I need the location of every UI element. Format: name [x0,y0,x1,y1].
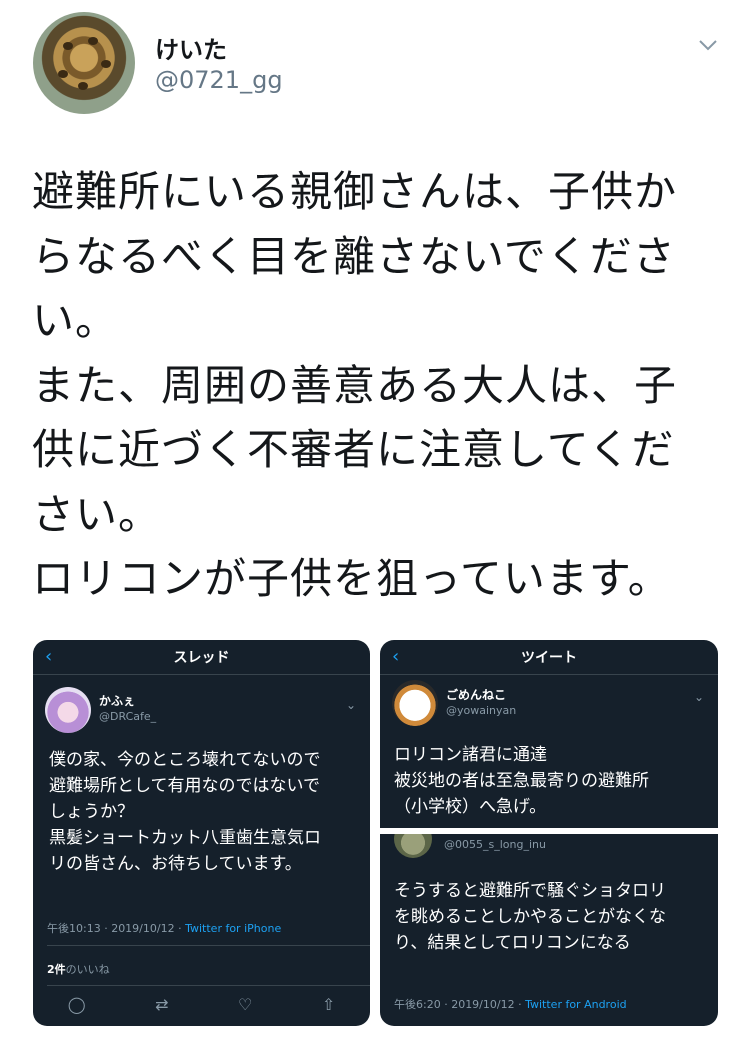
user-handle[interactable]: @0721_gg [155,66,283,94]
embedded-line: リの皆さん、お待ちしています。 [49,854,302,874]
display-name[interactable]: けいた [155,30,227,65]
chevron-down-icon: ⌄ [346,698,357,712]
embedded-line: を眺めることしかやることがなくな [394,907,666,927]
embedded-name: ごめんねこ [446,688,507,702]
divider [47,985,370,986]
avatar[interactable] [33,12,135,114]
tweet-line: ロリコンが子供を狙っています。 [32,554,671,603]
action-bar: ◯ ⇄ ♡ ⇧ [33,995,370,1014]
embedded-handle: @0055_s_long_inu [444,838,546,851]
embedded-image-right-top[interactable]: ‹ ツイート ごめんねこ @yowainyan ⌄ ロリコン諸君に通達 被災地の… [380,640,718,828]
embedded-tweet-text: 僕の家、今のところ壊れてないので 避難場所として有用なのではないで しょうか？ … [49,747,321,877]
embedded-timestamp: 午後6:20 · 2019/10/12 · [394,998,526,1011]
embedded-timestamp: 午後10:13 · 2019/10/12 · [47,922,186,935]
likes-label: のいいね [65,963,110,976]
embedded-line: 僕の家、今のところ壊れてないので [49,750,321,770]
embedded-line: ロリコン諸君に通達 [394,745,547,765]
embedded-line: り、結果としてロリコンになる [394,933,631,953]
embedded-meta: 午後6:20 · 2019/10/12 · Twitter for Androi… [394,996,627,1012]
embedded-image-left[interactable]: ‹ スレッド かふぇ @DRCafe_ ⌄ 僕の家、今のところ壊れてないので 避… [33,640,370,1026]
tweet-line: さい。 [32,489,162,539]
thread-header: ‹ スレッド [33,640,370,675]
heart-icon: ♡ [238,995,253,1014]
likes-number: 2件 [47,963,66,976]
tweet-text: 避難所にいる親御さんは、子供か らなるべく目を離さないでくださ い。 また、周囲… [32,160,722,612]
embedded-line: 被災地の者は至急最寄りの避難所 [394,771,649,791]
embedded-handle: @yowainyan [446,704,517,717]
avatar [392,680,438,726]
share-icon: ⇧ [321,995,336,1014]
tweet-line: い。 [32,296,119,345]
embedded-tweet-text: ロリコン諸君に通達 被災地の者は至急最寄りの避難所 （小学校）へ急げ。 [394,742,649,820]
tweet-line: また、周囲の善意ある大人は、子 [32,360,678,410]
tweet-line: 避難所にいる親御さんは、子供か [32,167,678,216]
embedded-name: かふぇ [99,694,136,708]
embedded-line: 避難場所として有用なのではないで [49,776,320,796]
embedded-line: 黒髪ショートカット八重歯生意気ロ [49,828,321,848]
avatar [394,834,432,858]
chevron-down-icon: ⌄ [694,690,705,704]
tweet-header-title: ツイート [521,650,577,666]
tweet-line: 供に近づく不審者に注意してくだ [32,425,675,474]
embedded-line: しょうか？ [49,802,134,822]
chevron-down-icon[interactable] [697,34,719,56]
tweet-header: ‹ ツイート [380,640,718,675]
embedded-source: Twitter for Android [525,998,627,1011]
reply-icon: ◯ [67,995,86,1014]
embedded-source: Twitter for iPhone [185,922,282,935]
embedded-tweet-text: そうすると避難所で騒ぐショタロリ を眺めることしかやることがなくな り、結果とし… [394,878,666,956]
thread-title: スレッド [173,650,230,666]
tweet-line: らなるべく目を離さないでくださ [32,231,676,281]
retweet-icon: ⇄ [155,995,169,1014]
embedded-meta: 午後10:13 · 2019/10/12 · Twitter for iPhon… [47,920,281,936]
avatar [45,687,91,733]
embedded-image-right-bottom[interactable]: @0055_s_long_inu そうすると避難所で騒ぐショタロリ を眺めること… [380,834,718,1026]
likes-count: 2件のいいね [47,961,110,977]
embedded-line: そうすると避難所で騒ぐショタロリ [394,881,666,901]
embedded-handle: @DRCafe_ [99,710,157,723]
embedded-line: （小学校）へ急げ。 [394,797,547,817]
divider [47,945,370,946]
